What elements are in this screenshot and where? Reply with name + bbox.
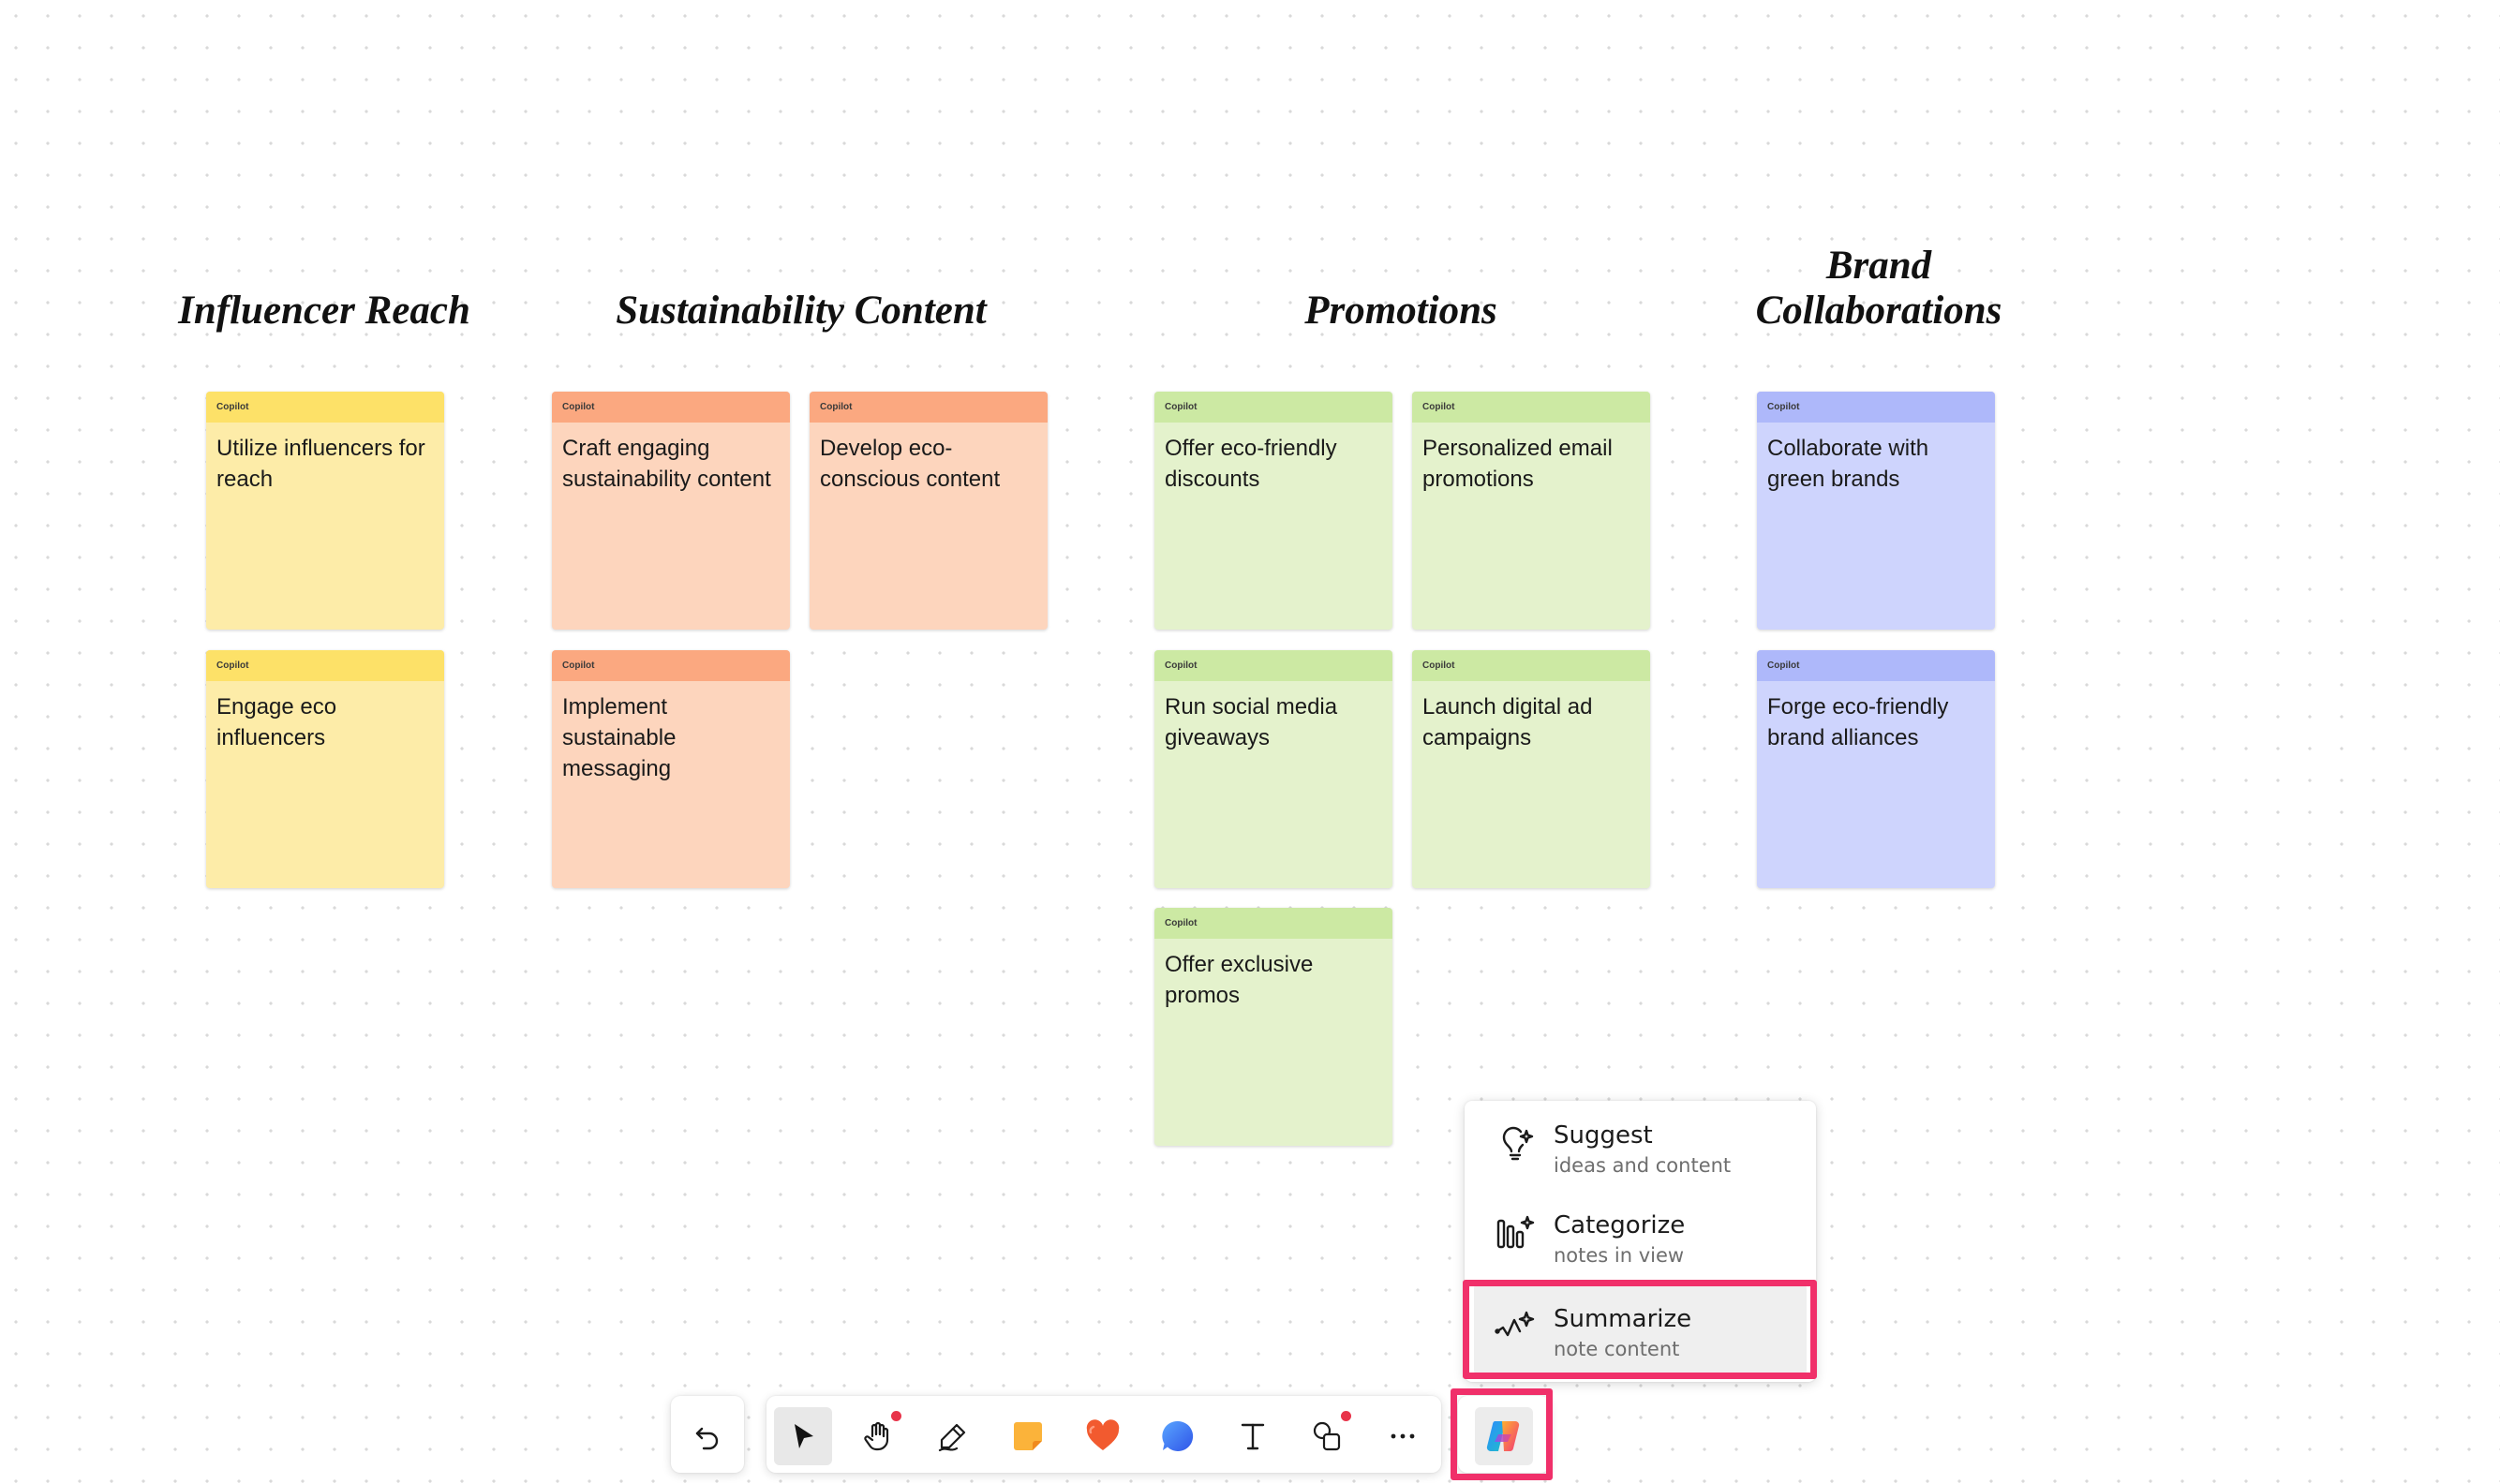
copilot-toolbar <box>1458 1396 1550 1473</box>
hand-pan-icon <box>864 1421 889 1451</box>
note-text: Personalized email promotions <box>1422 436 1613 492</box>
notification-dot <box>891 1411 901 1421</box>
menu-item-title: Categorize <box>1554 1211 1686 1239</box>
note-text: Forge eco-friendly brand alliances <box>1767 694 1949 750</box>
sticky-note-sustainability-1[interactable]: Copilot Craft engaging sustainability co… <box>552 392 790 630</box>
sticky-note-promotions-2[interactable]: Copilot Personalized email promotions <box>1412 392 1650 630</box>
sticky-note-tool-button[interactable] <box>999 1407 1057 1465</box>
hand-tool-button[interactable] <box>849 1407 907 1465</box>
lightbulb-sparkle-icon <box>1495 1121 1536 1163</box>
pen-tool-button[interactable] <box>924 1407 982 1465</box>
sticky-note-influencer-1[interactable]: Copilot Utilize influencers for reach <box>206 392 444 630</box>
undo-icon <box>695 1427 719 1450</box>
sticky-note-brand-2[interactable]: Copilot Forge eco-friendly brand allianc… <box>1757 650 1995 888</box>
note-tag: Copilot <box>1154 650 1392 681</box>
heading-brand-line2: Collaborations <box>1755 289 2002 333</box>
notification-dot <box>1341 1411 1351 1421</box>
copilot-menu: Suggest ideas and content Categorize not… <box>1465 1101 1816 1382</box>
menu-item-categorize[interactable]: Categorize notes in view <box>1465 1191 1816 1281</box>
menu-item-title: Summarize <box>1554 1305 1692 1333</box>
text-tool-button[interactable] <box>1224 1407 1282 1465</box>
note-tag: Copilot <box>1412 392 1650 423</box>
copilot-button[interactable] <box>1475 1407 1533 1465</box>
note-tag: Copilot <box>1757 392 1995 423</box>
menu-item-summarize[interactable]: Summarize note content <box>1474 1284 1807 1374</box>
sticky-note-promotions-3[interactable]: Copilot Run social media giveaways <box>1154 650 1392 888</box>
summary-wave-sparkle-icon <box>1495 1305 1536 1346</box>
menu-item-subtitle: notes in view <box>1554 1244 1685 1267</box>
main-toolbar <box>766 1396 1441 1473</box>
pen-icon <box>938 1423 966 1452</box>
note-text: Engage eco influencers <box>216 694 337 750</box>
chat-bubble-icon <box>1162 1420 1194 1451</box>
heart-reaction-icon <box>1086 1419 1120 1450</box>
sticky-note-influencer-2[interactable]: Copilot Engage eco influencers <box>206 650 444 888</box>
heading-brand-line1: Brand <box>1825 244 1932 288</box>
text-icon <box>1241 1423 1265 1450</box>
note-tag: Copilot <box>552 650 790 681</box>
sticky-note-promotions-5[interactable]: Copilot Offer exclusive promos <box>1154 908 1392 1146</box>
heading-promotions: Promotions <box>1304 289 1497 333</box>
menu-item-subtitle: note content <box>1554 1338 1680 1360</box>
comment-tool-button[interactable] <box>1149 1407 1207 1465</box>
sticky-note-promotions-4[interactable]: Copilot Launch digital ad campaigns <box>1412 650 1650 888</box>
note-tag: Copilot <box>1757 650 1995 681</box>
note-text: Run social media giveaways <box>1165 694 1338 750</box>
sticky-note-sustainability-3[interactable]: Copilot Implement sustainable messaging <box>552 650 790 888</box>
note-text: Develop eco-conscious content <box>820 436 1001 492</box>
heading-brand-collaborations: Brand Collaborations <box>1724 244 2033 334</box>
note-tag: Copilot <box>206 392 444 423</box>
note-tag: Copilot <box>1412 650 1650 681</box>
note-text: Collaborate with green brands <box>1767 436 1929 492</box>
sticky-note-promotions-1[interactable]: Copilot Offer eco-friendly discounts <box>1154 392 1392 630</box>
menu-item-suggest[interactable]: Suggest ideas and content <box>1465 1101 1816 1191</box>
note-text: Craft engaging sustainability content <box>562 436 771 492</box>
sticky-note-brand-1[interactable]: Copilot Collaborate with green brands <box>1757 392 1995 630</box>
menu-item-title: Suggest <box>1554 1121 1653 1150</box>
undo-toolbar <box>671 1396 744 1473</box>
note-tag: Copilot <box>552 392 790 423</box>
heading-sustainability-content: Sustainability Content <box>616 289 987 333</box>
undo-button[interactable] <box>678 1407 737 1465</box>
sticky-note-icon <box>1014 1422 1042 1450</box>
note-tag: Copilot <box>810 392 1048 423</box>
more-tools-button[interactable] <box>1374 1407 1432 1465</box>
copilot-icon <box>1486 1420 1520 1452</box>
note-text: Implement sustainable messaging <box>562 694 677 781</box>
note-text: Utilize influencers for reach <box>216 436 425 492</box>
menu-item-subtitle: ideas and content <box>1554 1154 1732 1177</box>
note-tag: Copilot <box>1154 908 1392 939</box>
reaction-tool-button[interactable] <box>1074 1407 1132 1465</box>
note-text: Offer exclusive promos <box>1165 952 1314 1008</box>
note-tag: Copilot <box>1154 392 1392 423</box>
select-arrow-icon <box>795 1424 813 1448</box>
select-tool-button[interactable] <box>774 1407 832 1465</box>
note-tag: Copilot <box>206 650 444 681</box>
sticky-note-sustainability-2[interactable]: Copilot Develop eco-conscious content <box>810 392 1048 630</box>
shapes-tool-button[interactable] <box>1299 1407 1357 1465</box>
heading-influencer-reach: Influencer Reach <box>178 289 470 333</box>
shapes-icon <box>1313 1421 1341 1451</box>
note-text: Launch digital ad campaigns <box>1422 694 1593 750</box>
more-icon <box>1391 1433 1415 1439</box>
bars-sparkle-icon <box>1495 1211 1536 1253</box>
note-text: Offer eco-friendly discounts <box>1165 436 1337 492</box>
